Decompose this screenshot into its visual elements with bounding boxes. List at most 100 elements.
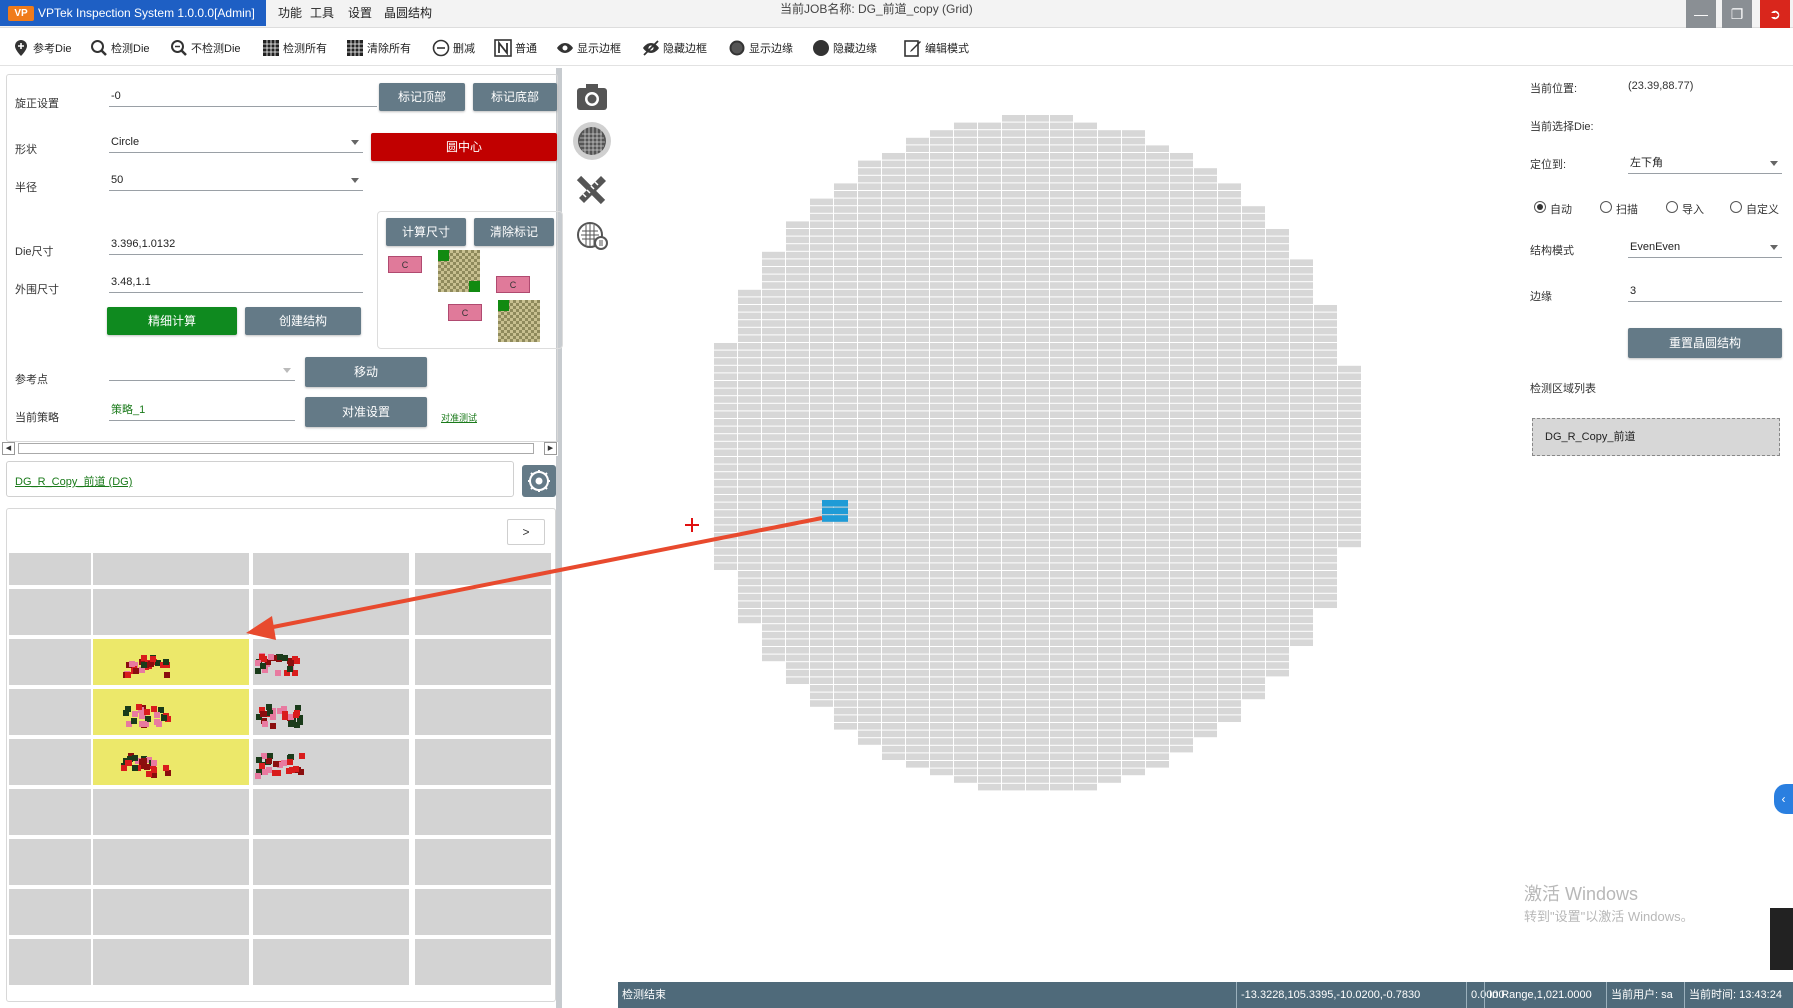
wafer-die[interactable]	[810, 305, 833, 312]
wafer-die[interactable]	[1122, 647, 1145, 654]
wafer-die[interactable]	[1266, 555, 1289, 563]
wafer-die[interactable]	[810, 616, 833, 624]
wafer-die[interactable]	[858, 555, 881, 563]
wafer-die[interactable]	[1290, 267, 1313, 274]
wafer-die[interactable]	[1242, 685, 1265, 692]
wafer-die[interactable]	[882, 434, 905, 441]
wafer-die[interactable]	[930, 457, 953, 464]
wafer-die[interactable]	[1002, 768, 1025, 776]
wafer-die[interactable]	[738, 464, 761, 472]
wafer-die[interactable]	[954, 434, 977, 441]
wafer-die[interactable]	[1002, 738, 1025, 745]
wafer-die[interactable]	[1050, 479, 1073, 487]
wafer-die[interactable]	[1050, 487, 1073, 494]
wafer-die[interactable]	[1170, 229, 1193, 236]
wafer-die[interactable]	[834, 707, 857, 715]
wafer-die[interactable]	[906, 305, 929, 312]
wafer-die[interactable]	[978, 145, 1001, 152]
wafer-die[interactable]	[882, 715, 905, 722]
wafer-die[interactable]	[1026, 647, 1049, 654]
wafer-die[interactable]	[1146, 358, 1169, 365]
wafer-die[interactable]	[834, 685, 857, 692]
wafer-die[interactable]	[1002, 297, 1025, 304]
wafer-die[interactable]	[1338, 464, 1361, 472]
wafer-die[interactable]	[1170, 350, 1193, 358]
wafer-die[interactable]	[714, 525, 737, 532]
wafer-die[interactable]	[1338, 396, 1361, 403]
wafer-die[interactable]	[930, 388, 953, 396]
wafer-die[interactable]	[978, 381, 1001, 388]
wafer-die[interactable]	[1050, 502, 1073, 510]
wafer-die[interactable]	[810, 335, 833, 342]
die-cell[interactable]	[415, 789, 551, 835]
wafer-die[interactable]	[1122, 487, 1145, 494]
wafer-die[interactable]	[1098, 282, 1121, 289]
die-cell[interactable]	[253, 739, 409, 785]
wafer-die[interactable]	[714, 419, 737, 426]
wafer-die[interactable]	[738, 411, 761, 418]
wafer-die[interactable]	[1122, 601, 1145, 608]
wafer-die[interactable]	[1074, 723, 1097, 730]
wafer-die[interactable]	[1050, 738, 1073, 745]
wafer-die[interactable]	[1002, 312, 1025, 320]
wafer-die[interactable]	[906, 396, 929, 403]
wafer-die[interactable]	[810, 388, 833, 396]
wafer-die[interactable]	[810, 320, 833, 327]
wafer-die[interactable]	[978, 229, 1001, 236]
wafer-die[interactable]	[1290, 403, 1313, 411]
wafer-die[interactable]	[954, 289, 977, 297]
wafer-die[interactable]	[714, 479, 737, 487]
wafer-die[interactable]	[1026, 624, 1049, 631]
wafer-die[interactable]	[1146, 449, 1169, 456]
wafer-die[interactable]	[906, 183, 929, 190]
wafer-die[interactable]	[954, 502, 977, 510]
die-cell[interactable]	[9, 689, 91, 735]
wafer-die[interactable]	[1026, 745, 1049, 753]
wafer-die[interactable]	[738, 593, 761, 601]
calc-size-button[interactable]: 计算尺寸	[386, 218, 466, 246]
wafer-die[interactable]	[1194, 168, 1217, 175]
wafer-die[interactable]	[1074, 464, 1097, 472]
wafer-die[interactable]	[810, 411, 833, 418]
wafer-die[interactable]	[978, 647, 1001, 654]
wafer-die[interactable]	[1314, 350, 1337, 358]
wafer-die[interactable]	[1218, 517, 1241, 525]
wafer-die[interactable]	[786, 282, 809, 289]
wafer-die[interactable]	[1002, 533, 1025, 540]
wafer-die[interactable]	[1242, 616, 1265, 624]
wafer-die[interactable]	[978, 297, 1001, 304]
rotate-input[interactable]: -0	[109, 85, 377, 107]
wafer-die[interactable]	[978, 525, 1001, 532]
wafer-die[interactable]	[1338, 479, 1361, 487]
wafer-die[interactable]	[810, 259, 833, 266]
wafer-die[interactable]	[978, 259, 1001, 266]
wafer-die[interactable]	[1026, 130, 1049, 137]
wafer-die[interactable]	[1146, 616, 1169, 624]
die-cell[interactable]	[253, 789, 409, 835]
wafer-die[interactable]	[834, 282, 857, 289]
wafer-die[interactable]	[1050, 320, 1073, 327]
wafer-die[interactable]	[786, 533, 809, 540]
wafer-die[interactable]	[930, 685, 953, 692]
wafer-die[interactable]	[1146, 244, 1169, 251]
wafer-die[interactable]	[1290, 305, 1313, 312]
wafer-die[interactable]	[834, 533, 857, 540]
tool-trim[interactable]: 删减	[432, 36, 475, 60]
wafer-die[interactable]	[1098, 571, 1121, 578]
wafer-die[interactable]	[882, 753, 905, 760]
wafer-die[interactable]	[1002, 555, 1025, 563]
wafer-die[interactable]	[1026, 198, 1049, 206]
wafer-die[interactable]	[1218, 191, 1241, 198]
wafer-die[interactable]	[1338, 487, 1361, 494]
wafer-die[interactable]	[1170, 403, 1193, 411]
wafer-die[interactable]	[1290, 259, 1313, 266]
wafer-die[interactable]	[882, 251, 905, 259]
wafer-die[interactable]	[930, 441, 953, 449]
wafer-die[interactable]	[1314, 533, 1337, 540]
wafer-die[interactable]	[834, 609, 857, 616]
wafer-die[interactable]	[786, 312, 809, 320]
wafer-die[interactable]	[1050, 259, 1073, 266]
wafer-die[interactable]	[1146, 593, 1169, 601]
wafer-die[interactable]	[1002, 137, 1025, 145]
wafer-die[interactable]	[1074, 358, 1097, 365]
